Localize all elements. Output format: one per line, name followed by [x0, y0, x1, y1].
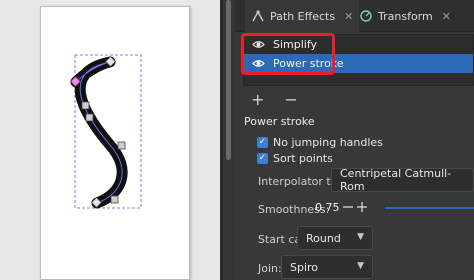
decrement-icon[interactable]: [342, 199, 354, 213]
annotation-highlight-box: [241, 33, 335, 75]
section-title: Power stroke: [244, 115, 315, 128]
width-knot-handle[interactable]: [117, 141, 126, 150]
join-dropdown[interactable]: Spiro ▼: [281, 255, 373, 279]
path-effects-icon: [252, 10, 264, 22]
scrollbar-thumb[interactable]: [226, 0, 231, 160]
checkbox-label: Sort points: [273, 152, 333, 165]
remove-effect-button[interactable]: −: [284, 90, 297, 109]
width-knot-handle[interactable]: [81, 101, 90, 110]
close-icon[interactable]: ✕: [442, 10, 451, 23]
tab-path-effects[interactable]: Path Effects ✕: [245, 0, 360, 32]
checkbox[interactable]: ✓: [257, 137, 268, 148]
canvas-area[interactable]: [0, 0, 220, 280]
add-effect-button[interactable]: +: [251, 90, 264, 109]
join-label: Join:: [258, 262, 282, 275]
smoothness-value[interactable]: 0.75: [315, 201, 340, 214]
width-knot-handle[interactable]: [85, 113, 94, 122]
dialog-tabbar: Path Effects ✕ Transform ✕: [235, 0, 474, 32]
dropdown-value: Spiro: [290, 260, 319, 274]
list-controls: + −: [251, 90, 298, 109]
width-knot-handle[interactable]: [110, 195, 119, 204]
checkbox[interactable]: ✓: [257, 153, 268, 164]
transform-icon: [360, 10, 372, 22]
start-cap-dropdown[interactable]: Round ▼: [297, 226, 373, 250]
increment-icon[interactable]: [356, 199, 368, 213]
chevron-down-icon: ▼: [357, 232, 364, 242]
canvas-drawing[interactable]: [0, 0, 220, 280]
tab-label: Path Effects: [270, 9, 336, 23]
interpolator-dropdown[interactable]: Centripetal Catmull-Rom: [331, 167, 474, 193]
option-sort-points[interactable]: ✓ Sort points: [257, 152, 333, 165]
smoothness-slider[interactable]: [385, 207, 474, 209]
chevron-down-icon: ▼: [357, 261, 364, 271]
power-stroke-path[interactable]: [70, 56, 128, 209]
path-effects-panel: Path Effects ✕ Transform ✕ Simplify Powe…: [235, 0, 474, 280]
close-icon[interactable]: ✕: [344, 10, 353, 23]
dropdown-value: Centripetal Catmull-Rom: [340, 167, 452, 193]
dropdown-value: Round: [306, 231, 341, 245]
tab-transform[interactable]: Transform ✕: [353, 0, 457, 32]
option-no-jumping-handles[interactable]: ✓ No jumping handles: [257, 136, 383, 149]
tab-label: Transform: [378, 9, 433, 23]
checkbox-label: No jumping handles: [273, 136, 383, 149]
